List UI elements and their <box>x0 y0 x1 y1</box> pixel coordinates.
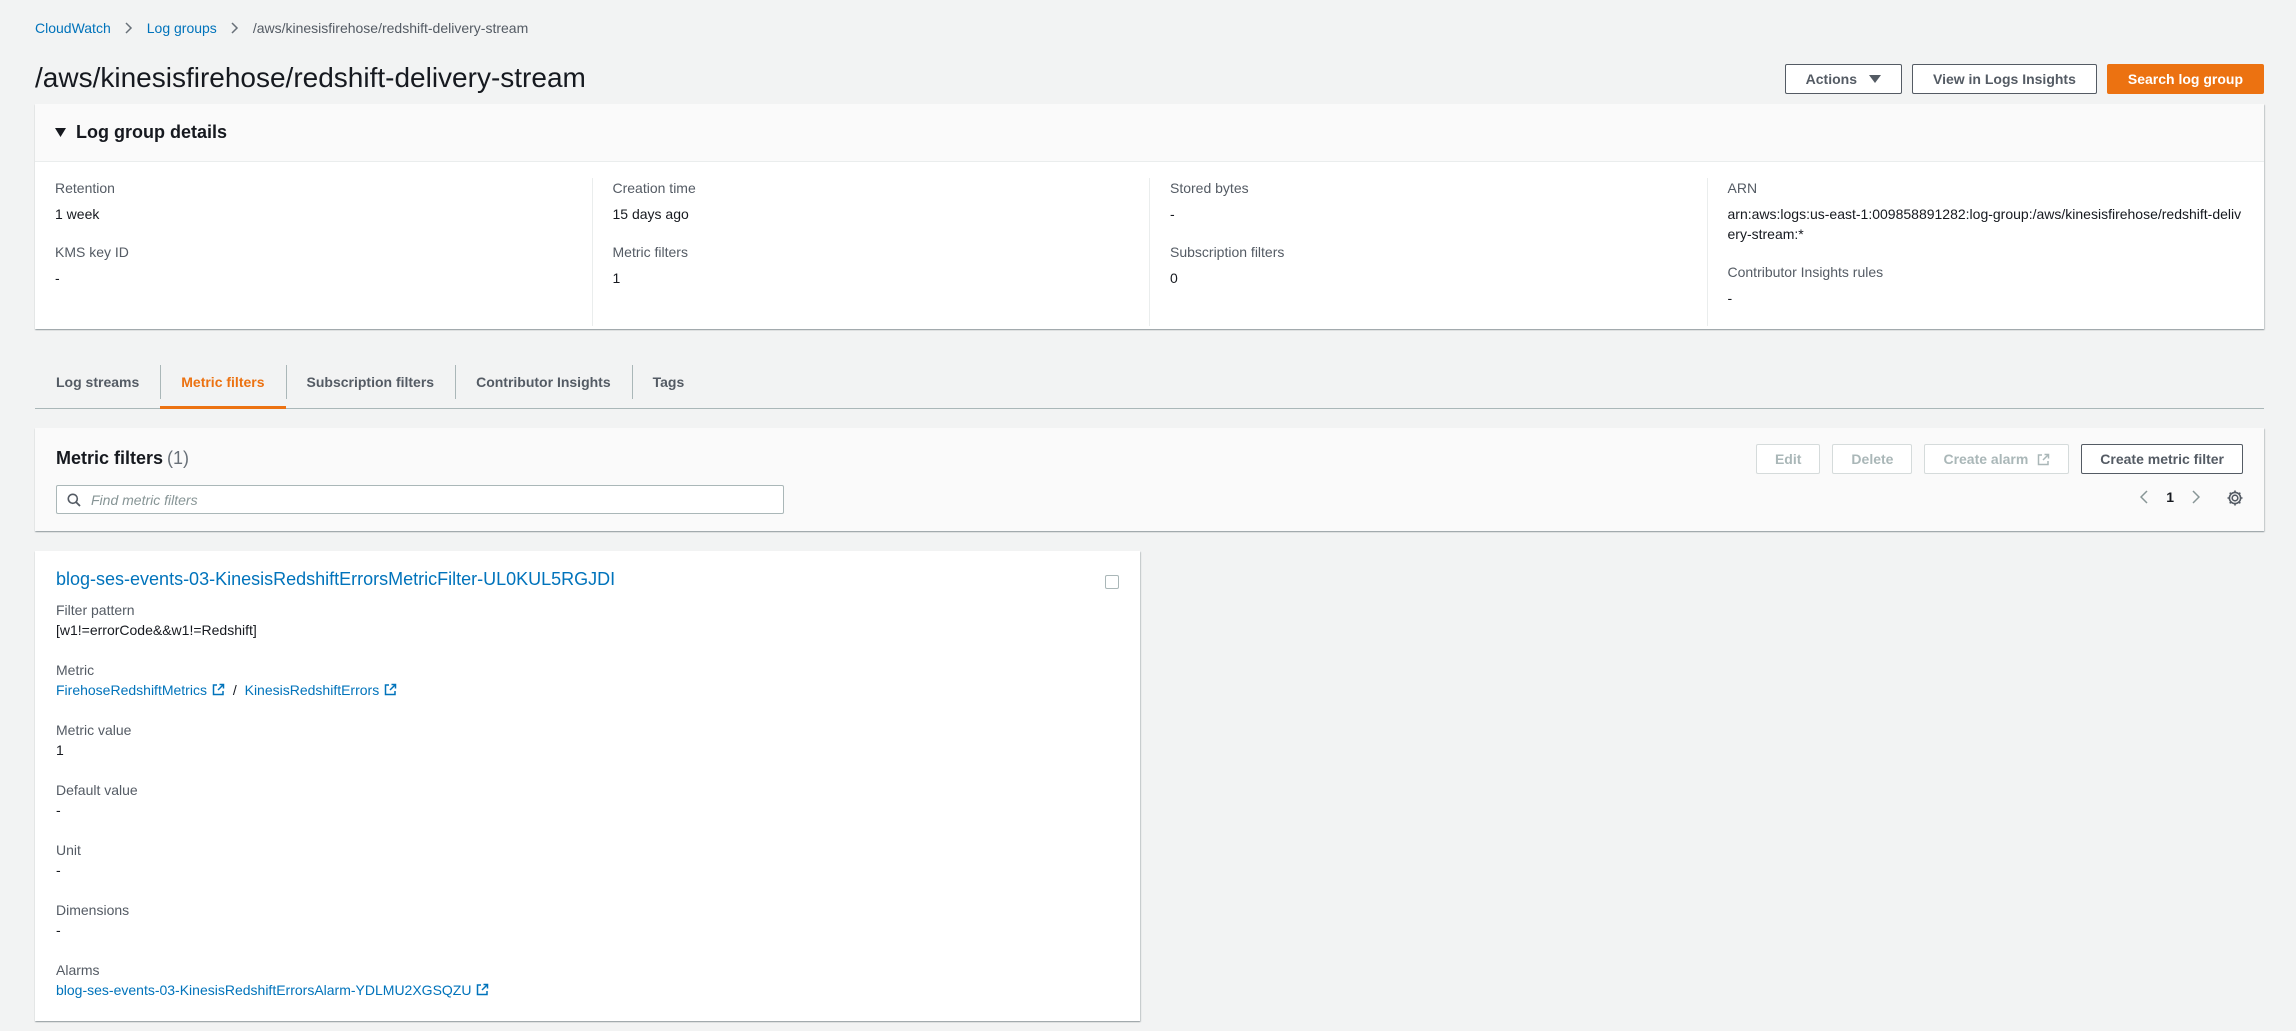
create-alarm-label: Create alarm <box>1943 451 2029 467</box>
tab-tags[interactable]: Tags <box>631 355 706 408</box>
external-link-icon <box>384 683 397 696</box>
page-title: /aws/kinesisfirehose/redshift-delivery-s… <box>35 62 586 93</box>
metric-filter-search <box>56 485 784 514</box>
creation-time-label: Creation time <box>612 180 696 196</box>
breadcrumb: CloudWatch Log groups /aws/kinesisfireho… <box>35 20 528 36</box>
dimensions-value: - <box>56 922 61 938</box>
search-log-group-button[interactable]: Search log group <box>2106 64 2264 94</box>
create-metric-filter-button[interactable]: Create metric filter <box>2081 444 2243 474</box>
actions-button-label: Actions <box>1805 71 1857 87</box>
retention-value: 1 week <box>55 206 100 222</box>
details-column-1: Retention 1 week KMS key ID - <box>35 178 592 326</box>
delete-button[interactable]: Delete <box>1832 444 1913 474</box>
metric-name-text: KinesisRedshiftErrors <box>244 682 380 698</box>
tab-subscription-filters[interactable]: Subscription filters <box>285 355 456 408</box>
metric-value-label: Metric value <box>56 722 132 738</box>
subscription-filters-value: 0 <box>1170 270 1178 286</box>
metric-separator: / <box>232 682 237 698</box>
filter-pattern-value: [w1!=errorCode&&w1!=Redshift] <box>56 622 257 638</box>
metric-filters-panel: Metric filters (1) Edit Delete Create ala… <box>35 428 2264 531</box>
tab-contributor-insights[interactable]: Contributor Insights <box>455 355 632 408</box>
current-page-number[interactable]: 1 <box>2166 489 2174 505</box>
metric-filters-value: 1 <box>612 270 621 286</box>
chevron-left-icon[interactable] <box>2140 490 2148 504</box>
edit-button[interactable]: Edit <box>1755 444 1821 474</box>
kms-key-id-value: - <box>55 270 60 286</box>
alarm-link[interactable]: blog-ses-events-03-KinesisRedshiftErrors… <box>56 982 489 998</box>
metric-filters-label: Metric filters <box>612 244 688 260</box>
caret-down-icon <box>1869 75 1881 83</box>
contributor-insights-rules-value: - <box>1727 290 1733 306</box>
metric-filters-title-text: Metric filters <box>56 448 164 468</box>
external-link-icon <box>476 983 489 996</box>
tab-metric-filters[interactable]: Metric filters <box>160 355 286 409</box>
metric-filter-name-link[interactable]: blog-ses-events-03-KinesisRedshiftErrors… <box>56 569 1119 590</box>
log-group-details-heading: Log group details <box>76 122 227 142</box>
tab-log-streams[interactable]: Log streams <box>35 355 160 408</box>
log-group-details-toggle[interactable]: Log group details <box>35 104 2264 162</box>
search-icon <box>67 493 81 507</box>
breadcrumb-cloudwatch[interactable]: CloudWatch <box>35 20 111 36</box>
breadcrumb-log-groups[interactable]: Log groups <box>147 20 217 36</box>
alarms-label: Alarms <box>56 962 100 978</box>
actions-button[interactable]: Actions <box>1784 64 1902 94</box>
details-grid: Retention 1 week KMS key ID - Creation t… <box>35 162 2264 326</box>
stored-bytes-value: - <box>1170 206 1175 222</box>
metric-namespace-text: FirehoseRedshiftMetrics <box>56 682 207 698</box>
stored-bytes-label: Stored bytes <box>1170 180 1249 196</box>
chevron-right-icon[interactable] <box>2192 490 2200 504</box>
header-actions: Actions View in Logs Insights Search log… <box>1784 64 2264 94</box>
metric-filter-select-checkbox[interactable] <box>1105 575 1119 589</box>
create-alarm-button[interactable]: Create alarm <box>1924 444 2070 474</box>
details-column-3: Stored bytes - Subscription filters 0 <box>1149 178 1707 326</box>
contributor-insights-rules-label: Contributor Insights rules <box>1727 264 1884 280</box>
default-value: - <box>56 802 61 818</box>
arn-label: ARN <box>1727 180 1758 196</box>
alarms-value: blog-ses-events-03-KinesisRedshiftErrors… <box>56 980 1119 1000</box>
kms-key-id-label: KMS key ID <box>55 244 129 260</box>
metric-name-link[interactable]: KinesisRedshiftErrors <box>245 682 398 698</box>
chevron-right-icon <box>231 22 239 34</box>
tab-bar: Log streams Metric filters Subscription … <box>35 355 2264 409</box>
external-link-icon <box>212 683 225 696</box>
alarm-name-text: blog-ses-events-03-KinesisRedshiftErrors… <box>56 982 472 998</box>
find-metric-filters-input[interactable] <box>91 491 771 508</box>
view-in-logs-insights-button[interactable]: View in Logs Insights <box>1912 64 2097 94</box>
triangle-down-icon <box>55 127 66 138</box>
chevron-right-icon <box>125 22 133 34</box>
creation-time-value: 15 days ago <box>612 206 689 222</box>
pagination: 1 <box>2140 489 2200 505</box>
metric-filters-count: (1) <box>167 448 190 468</box>
retention-label: Retention <box>55 180 115 196</box>
metric-filter-card: blog-ses-events-03-KinesisRedshiftErrors… <box>35 551 1140 1021</box>
metric-filters-title: Metric filters (1) <box>56 448 189 469</box>
metric-namespace-link[interactable]: FirehoseRedshiftMetrics <box>56 682 225 698</box>
unit-value: - <box>56 862 61 878</box>
unit-label: Unit <box>56 842 81 858</box>
metric-value-links: FirehoseRedshiftMetrics / KinesisRedshif… <box>56 680 1119 700</box>
details-column-2: Creation time 15 days ago Metric filters… <box>591 178 1150 326</box>
arn-value: arn:aws:logs:us-east-1:009858891282:log-… <box>1727 206 2242 242</box>
external-link-icon <box>2037 453 2050 466</box>
breadcrumb-current: /aws/kinesisfirehose/redshift-delivery-s… <box>252 20 529 36</box>
subscription-filters-label: Subscription filters <box>1170 244 1285 260</box>
metric-value: 1 <box>56 742 64 758</box>
details-column-4: ARN arn:aws:logs:us-east-1:009858891282:… <box>1706 178 2265 326</box>
metric-filters-actions: Edit Delete Create alarm Create metric f… <box>1755 444 2243 474</box>
log-group-details-panel: Log group details Retention 1 week KMS k… <box>35 104 2264 329</box>
dimensions-label: Dimensions <box>56 902 130 918</box>
gear-icon[interactable] <box>2226 489 2244 507</box>
metric-label: Metric <box>56 662 95 678</box>
filter-pattern-label: Filter pattern <box>56 602 135 618</box>
default-value-label: Default value <box>56 782 138 798</box>
